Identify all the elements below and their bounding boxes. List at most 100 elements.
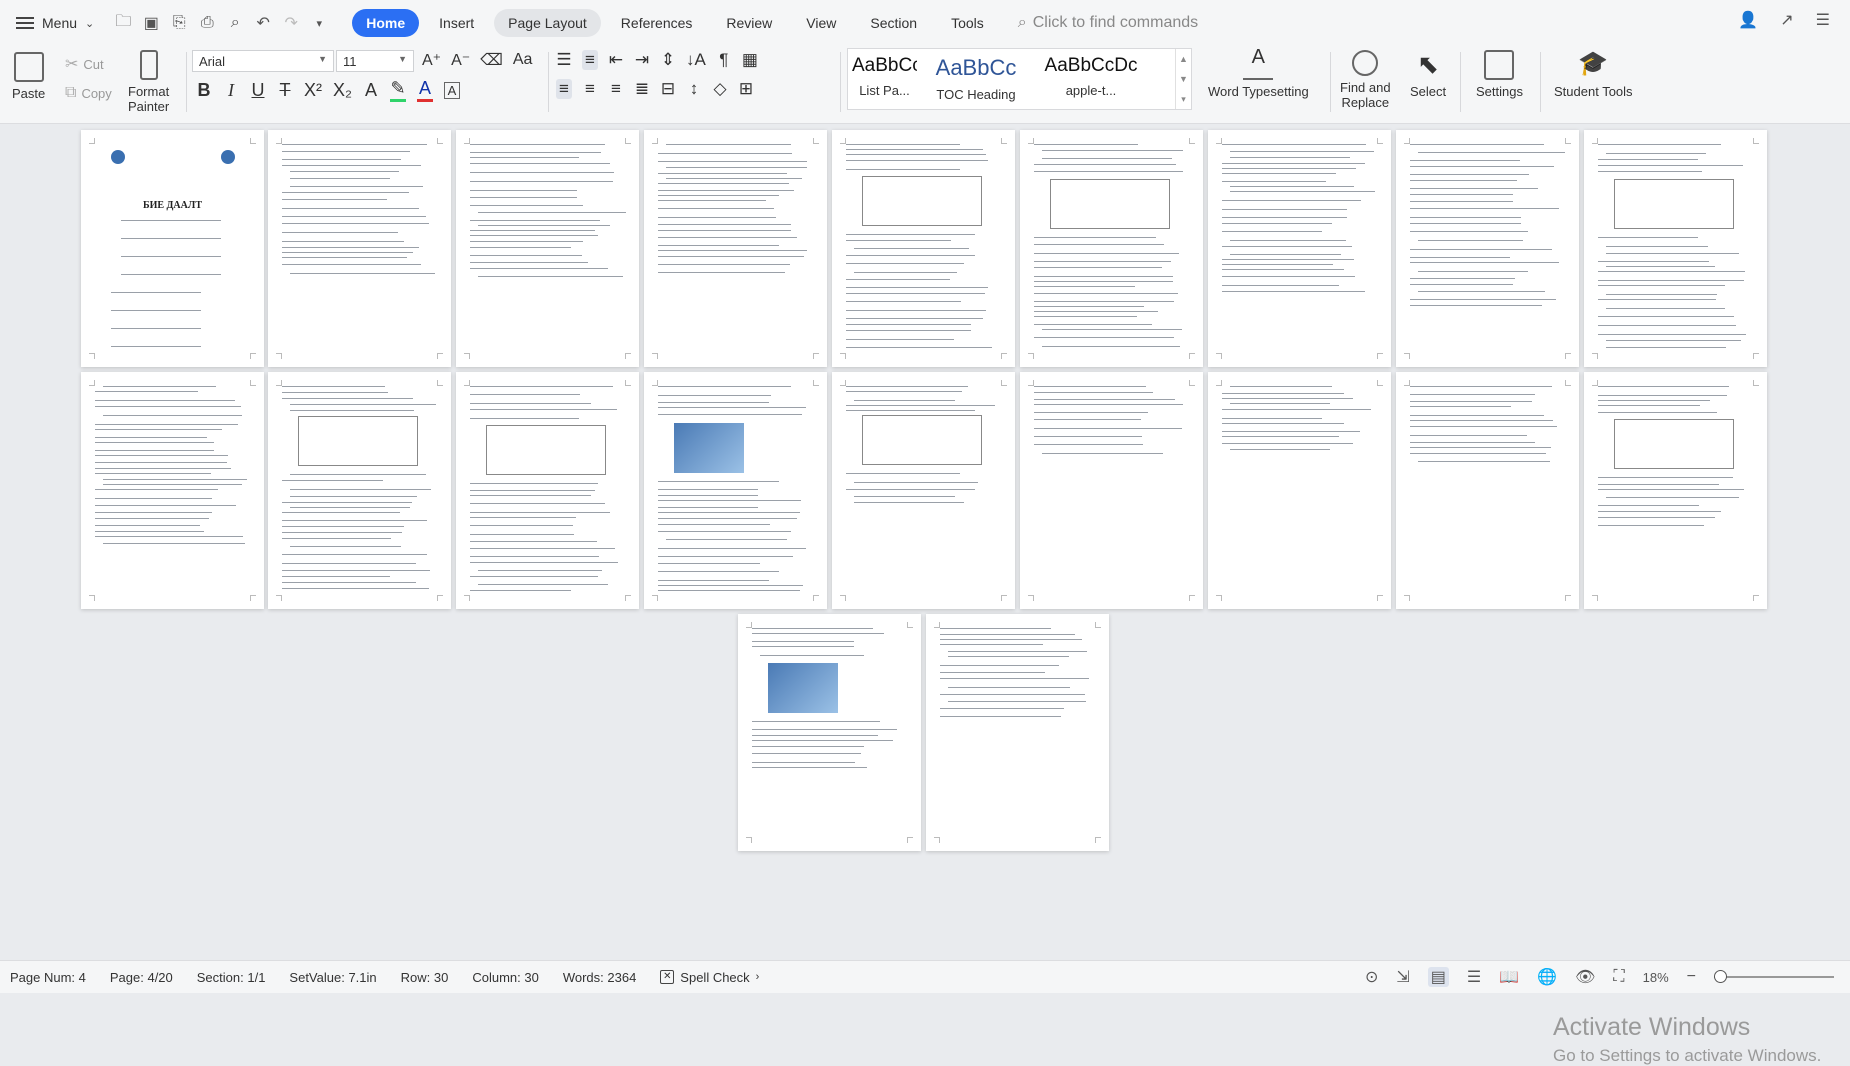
status-set-value[interactable]: SetValue: 7.1in <box>289 970 376 985</box>
character-border-icon[interactable]: A <box>444 81 460 99</box>
justify-icon[interactable]: ≣ <box>634 79 650 99</box>
styles-scroll[interactable]: ▲ ▼ ▾ <box>1175 49 1191 109</box>
decrease-indent-icon[interactable]: ⇤ <box>608 50 624 70</box>
fit-page-icon[interactable]: ⛶ <box>1613 968 1624 986</box>
page-thumbnail[interactable] <box>1208 372 1391 609</box>
cut-button[interactable]: ✂ Cut <box>65 54 104 74</box>
spell-check-button[interactable]: ✕ Spell Check › <box>660 970 759 985</box>
superscript-icon[interactable]: X² <box>304 80 322 101</box>
page-thumbnail[interactable] <box>1584 130 1767 367</box>
subscript-icon[interactable]: X₂ <box>333 80 352 101</box>
style-toc-heading[interactable]: AaBbCc TOC Heading <box>921 49 1031 109</box>
copy-button[interactable]: ⧉ Copy <box>65 84 112 102</box>
strikethrough-icon[interactable]: T <box>277 80 293 101</box>
page-thumbnail[interactable] <box>1020 130 1203 367</box>
underline-icon[interactable]: U <box>250 80 266 101</box>
reading-view-icon[interactable]: 📖 <box>1499 967 1519 987</box>
save-icon[interactable]: ▣ <box>138 10 164 36</box>
tab-review[interactable]: Review <box>712 9 786 37</box>
page-thumbnail[interactable]: БИЕ ДААЛТ <box>81 130 264 367</box>
page-thumbnail[interactable] <box>926 614 1109 851</box>
tab-page-layout[interactable]: Page Layout <box>494 9 601 37</box>
zoom-slider[interactable] <box>1714 970 1834 983</box>
page-thumbnail[interactable] <box>81 372 264 609</box>
font-size-select[interactable]: 11 ▼ <box>336 50 414 72</box>
page-thumbnail[interactable] <box>738 614 921 851</box>
distribute-icon[interactable]: ⊟ <box>660 79 676 99</box>
menu-button[interactable]: Menu ⌄ <box>16 15 94 31</box>
font-name-select[interactable]: Arial ▼ <box>192 50 334 72</box>
page-thumbnail[interactable] <box>456 130 639 367</box>
settings-button[interactable]: Settings <box>1476 50 1523 99</box>
page-thumbnail[interactable] <box>644 130 827 367</box>
outline-view-icon[interactable]: ☰ <box>1467 967 1481 987</box>
more-options-icon[interactable]: ☰ <box>1816 10 1830 30</box>
redo-icon[interactable]: ↷ <box>278 10 304 36</box>
print-icon[interactable]: ⎙ <box>194 10 220 36</box>
status-page-num[interactable]: Page Num: 4 <box>10 970 86 985</box>
align-left-icon[interactable]: ≡ <box>556 79 572 99</box>
status-column[interactable]: Column: 30 <box>472 970 538 985</box>
highlight-icon[interactable]: ✎ <box>390 78 406 102</box>
status-words[interactable]: Words: 2364 <box>563 970 636 985</box>
status-page[interactable]: Page: 4/20 <box>110 970 173 985</box>
align-right-icon[interactable]: ≡ <box>608 79 624 99</box>
style-apple-tab[interactable]: AaBbCcDc apple-t... <box>1031 49 1151 109</box>
student-tools-button[interactable]: 🎓 Student Tools <box>1554 50 1633 99</box>
status-section[interactable]: Section: 1/1 <box>197 970 266 985</box>
change-case-icon[interactable]: Aa <box>513 51 533 69</box>
open-folder-icon[interactable]: 🗀 <box>110 10 136 36</box>
increase-indent-icon[interactable]: ⇥ <box>634 50 650 70</box>
decrease-font-icon[interactable]: A⁻ <box>451 50 470 70</box>
focus-mode-icon[interactable]: ⊙ <box>1365 967 1378 987</box>
tab-insert[interactable]: Insert <box>425 9 488 37</box>
page-thumbnail[interactable] <box>1584 372 1767 609</box>
align-center-icon[interactable]: ≡ <box>582 79 598 99</box>
share-icon[interactable]: ↗ <box>1780 10 1793 30</box>
page-thumbnail[interactable] <box>268 130 451 367</box>
tab-section[interactable]: Section <box>856 9 931 37</box>
page-thumbnail[interactable] <box>268 372 451 609</box>
shading-icon[interactable]: ◇ <box>712 79 728 99</box>
page-thumbnail[interactable] <box>644 372 827 609</box>
zoom-slider-thumb[interactable] <box>1714 970 1727 983</box>
undo-icon[interactable]: ↶ <box>250 10 276 36</box>
page-thumbnail[interactable] <box>1396 130 1579 367</box>
text-effect-icon[interactable]: A <box>363 80 379 101</box>
style-list-paragraph[interactable]: AaBbCcI List Pa... <box>848 49 921 109</box>
eye-protection-icon[interactable]: 👁 <box>1575 967 1595 987</box>
font-color-icon[interactable]: A <box>417 78 433 102</box>
select-button[interactable]: ⬉ Select <box>1410 50 1446 99</box>
chevron-up-icon[interactable]: ▲ <box>1176 49 1191 69</box>
borders-icon[interactable]: ⊞ <box>738 79 754 99</box>
zoom-level[interactable]: 18% <box>1643 970 1669 985</box>
bullet-list-icon[interactable]: ☰ <box>556 50 572 70</box>
chevron-down-icon[interactable]: ▼ <box>1176 69 1191 89</box>
increase-font-icon[interactable]: A⁺ <box>422 50 441 70</box>
page-thumbnail[interactable] <box>832 372 1015 609</box>
bold-icon[interactable]: B <box>196 80 212 101</box>
status-row[interactable]: Row: 30 <box>401 970 449 985</box>
expand-gallery-icon[interactable]: ▾ <box>1176 89 1191 109</box>
paragraph-spacing-icon[interactable]: ↕ <box>686 79 702 99</box>
page-thumbnail[interactable] <box>456 372 639 609</box>
clear-format-icon[interactable]: ⌫ <box>480 50 503 70</box>
add-user-icon[interactable]: 👤 <box>1738 10 1758 30</box>
format-painter-button[interactable]: Format Painter <box>128 50 169 114</box>
export-pdf-icon[interactable]: ⇲ <box>1396 967 1409 987</box>
command-search[interactable]: ⌕ Click to find commands <box>1018 14 1198 32</box>
export-icon[interactable]: ⎘ <box>166 10 192 36</box>
paste-button[interactable]: Paste <box>12 52 45 101</box>
print-preview-icon[interactable]: ⌕ <box>222 10 248 36</box>
zoom-out-icon[interactable]: − <box>1687 968 1696 986</box>
tab-references[interactable]: References <box>607 9 707 37</box>
page-thumbnail[interactable] <box>1020 372 1203 609</box>
italic-icon[interactable]: I <box>223 80 239 101</box>
numbered-list-icon[interactable]: ≡ <box>582 50 598 70</box>
document-canvas[interactable]: БИЕ ДААЛТ Activate Windows Go to Setting… <box>0 125 1850 1065</box>
page-thumbnail[interactable] <box>832 130 1015 367</box>
find-replace-button[interactable]: Find and Replace <box>1340 50 1391 110</box>
web-view-icon[interactable]: 🌐 <box>1537 967 1557 987</box>
sort-icon[interactable]: ↓A <box>686 50 706 70</box>
table-icon[interactable]: ▦ <box>742 50 758 70</box>
